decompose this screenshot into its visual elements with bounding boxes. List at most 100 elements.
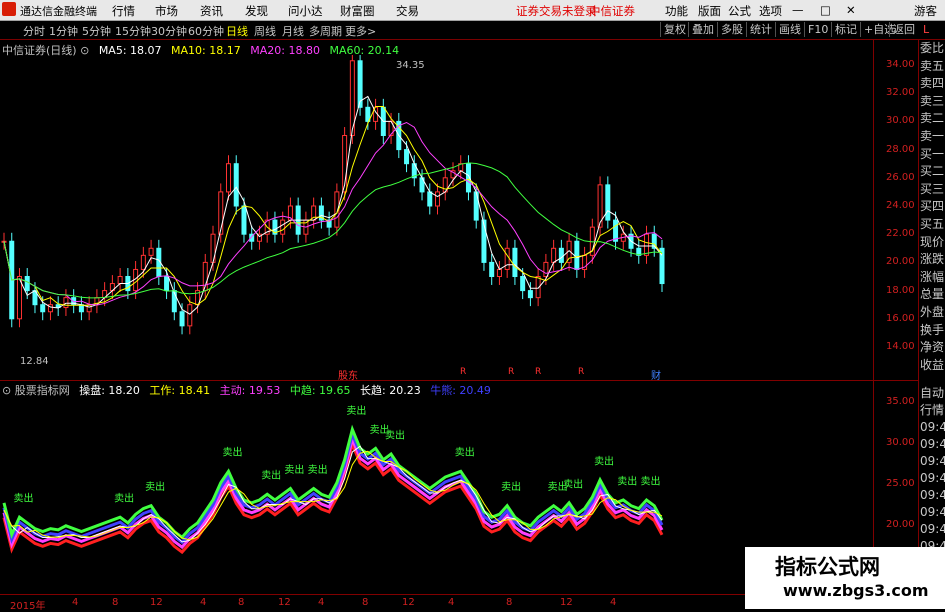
- event-mark[interactable]: 财: [651, 367, 661, 382]
- menu-item-options[interactable]: 选项: [759, 3, 782, 19]
- sell-signal-label: 卖出: [594, 454, 614, 467]
- event-mark[interactable]: R: [508, 367, 514, 377]
- candle-body: [520, 276, 526, 292]
- y-tick-label: 22.00: [886, 228, 915, 240]
- x-tick-label: 8: [238, 597, 245, 608]
- menu-item-quotes[interactable]: 行情: [112, 3, 135, 19]
- quote-field-label: 外盘: [920, 304, 945, 319]
- x-tick-label: 2015年: [10, 601, 46, 612]
- period-15min[interactable]: 15分钟: [115, 23, 151, 39]
- quote-field-label: 买五: [920, 216, 945, 231]
- candle-body: [489, 261, 495, 277]
- period-60min[interactable]: 60分钟: [188, 23, 224, 39]
- menu-item-wealth[interactable]: 财富圈: [340, 3, 375, 19]
- candle-body: [644, 233, 650, 256]
- sell-signal-label: 卖出: [261, 469, 281, 482]
- side-toggle-icon[interactable]: L: [923, 23, 929, 36]
- menu-item-layout[interactable]: 版面: [698, 3, 721, 19]
- f10-button[interactable]: F10: [804, 22, 831, 37]
- menu-item-trade[interactable]: 交易: [396, 3, 419, 19]
- high-price-label: 34.35: [396, 60, 425, 71]
- moving-average-line: [3, 95, 663, 315]
- menu-item-market[interactable]: 市场: [155, 3, 178, 19]
- sell-signal-label: 卖出: [308, 463, 328, 476]
- candle-body: [179, 311, 185, 327]
- sell-signal-label: 卖出: [114, 492, 134, 505]
- maximize-button[interactable]: □: [820, 3, 831, 17]
- draw-button[interactable]: 画线: [775, 22, 804, 37]
- adjust-button[interactable]: 复权: [660, 22, 689, 37]
- quote-field-label: 净资: [920, 340, 945, 355]
- menu-item-news[interactable]: 资讯: [200, 3, 223, 19]
- period-multi[interactable]: 多周期: [309, 23, 342, 39]
- tick-side-panel: 自动行情09:4709:4709:4709:4709:4709:4709:470…: [920, 385, 945, 572]
- y-tick-label: 18.00: [886, 284, 915, 296]
- quote-field-label: 收益: [920, 357, 945, 372]
- quote-field-label: 换手: [920, 322, 945, 337]
- x-tick-label: 8: [506, 597, 513, 608]
- close-button[interactable]: ✕: [846, 3, 856, 17]
- back-button[interactable]: 返回: [889, 22, 918, 37]
- menu-item-formula[interactable]: 公式: [728, 3, 751, 19]
- indicator-chart[interactable]: 卖出 卖出卖出卖出卖出卖出 卖出卖出卖出卖出卖出卖出 卖出卖出卖出卖出 卖出: [0, 395, 873, 595]
- y-tick-label: 28.00: [886, 143, 915, 155]
- side-border: [918, 40, 919, 609]
- menu-item-function[interactable]: 功能: [665, 3, 688, 19]
- period-more[interactable]: 更多>: [345, 23, 376, 39]
- candle-body: [558, 247, 564, 263]
- period-1min[interactable]: 1分钟: [49, 23, 78, 39]
- overlay-button[interactable]: 叠加: [688, 22, 717, 37]
- period-30min[interactable]: 30分钟: [151, 23, 187, 39]
- candle-body: [241, 205, 247, 235]
- x-tick-label: 4: [318, 597, 325, 608]
- period-daily[interactable]: 日线: [226, 23, 248, 39]
- event-mark[interactable]: R: [460, 367, 466, 377]
- candle-body: [496, 268, 502, 277]
- mark-button[interactable]: 标记: [831, 22, 860, 37]
- login-status[interactable]: 证券交易未登录: [516, 3, 597, 19]
- quote-field-label: 卖三: [920, 93, 945, 108]
- y-tick-label: 30.00: [886, 115, 915, 127]
- sell-signal-label: 卖出: [346, 404, 366, 417]
- multi-stock-button[interactable]: 多股: [717, 22, 746, 37]
- tick-time-label: 行情: [920, 403, 945, 417]
- candle-body: [551, 247, 557, 263]
- period-timeshare[interactable]: 分时: [23, 23, 45, 39]
- quote-field-label: 买二: [920, 164, 945, 179]
- y-tick-label: 20.00: [886, 519, 915, 530]
- axis-border: [873, 40, 874, 609]
- candle-body: [574, 240, 580, 270]
- watermark-title: 指标公式网: [775, 555, 880, 579]
- tick-time-label: 09:47: [920, 488, 945, 502]
- stats-button[interactable]: 统计: [746, 22, 775, 37]
- menu-item-discover[interactable]: 发现: [245, 3, 268, 19]
- quote-field-label: 买一: [920, 146, 945, 161]
- y-tick-label: 26.00: [886, 171, 915, 183]
- x-tick-label: 4: [448, 597, 455, 608]
- sell-signal-label: 卖出: [222, 446, 242, 459]
- event-mark[interactable]: 股东: [338, 367, 358, 382]
- event-mark[interactable]: R: [578, 367, 584, 377]
- x-tick-label: 4: [610, 597, 617, 608]
- sell-signal-label: 卖出: [563, 477, 583, 490]
- period-weekly[interactable]: 周线: [254, 23, 276, 39]
- sell-signal-label: 卖出: [617, 474, 637, 487]
- event-mark[interactable]: R: [535, 367, 541, 377]
- period-monthly[interactable]: 月线: [282, 23, 304, 39]
- period-5min[interactable]: 5分钟: [82, 23, 111, 39]
- tick-time-label: 09:47: [920, 420, 945, 434]
- price-chart[interactable]: [0, 55, 873, 380]
- watermark: 指标公式网 www.zbgs3.com: [745, 547, 945, 609]
- tick-time-label: 09:47: [920, 437, 945, 451]
- moving-average-line: [3, 105, 663, 306]
- minimize-button[interactable]: —: [792, 3, 804, 17]
- candle-body: [613, 219, 619, 242]
- tick-time-label: 09:47: [920, 471, 945, 485]
- quote-field-label: 卖五: [920, 58, 945, 73]
- quote-field-label: 现价: [920, 234, 945, 249]
- y-tick-label: 14.00: [886, 341, 915, 352]
- user-label[interactable]: 游客: [914, 3, 937, 19]
- menu-item-ask[interactable]: 问小达: [288, 3, 323, 19]
- sell-signal-label: 卖出: [455, 446, 475, 459]
- quote-field-label: 总量: [920, 287, 945, 302]
